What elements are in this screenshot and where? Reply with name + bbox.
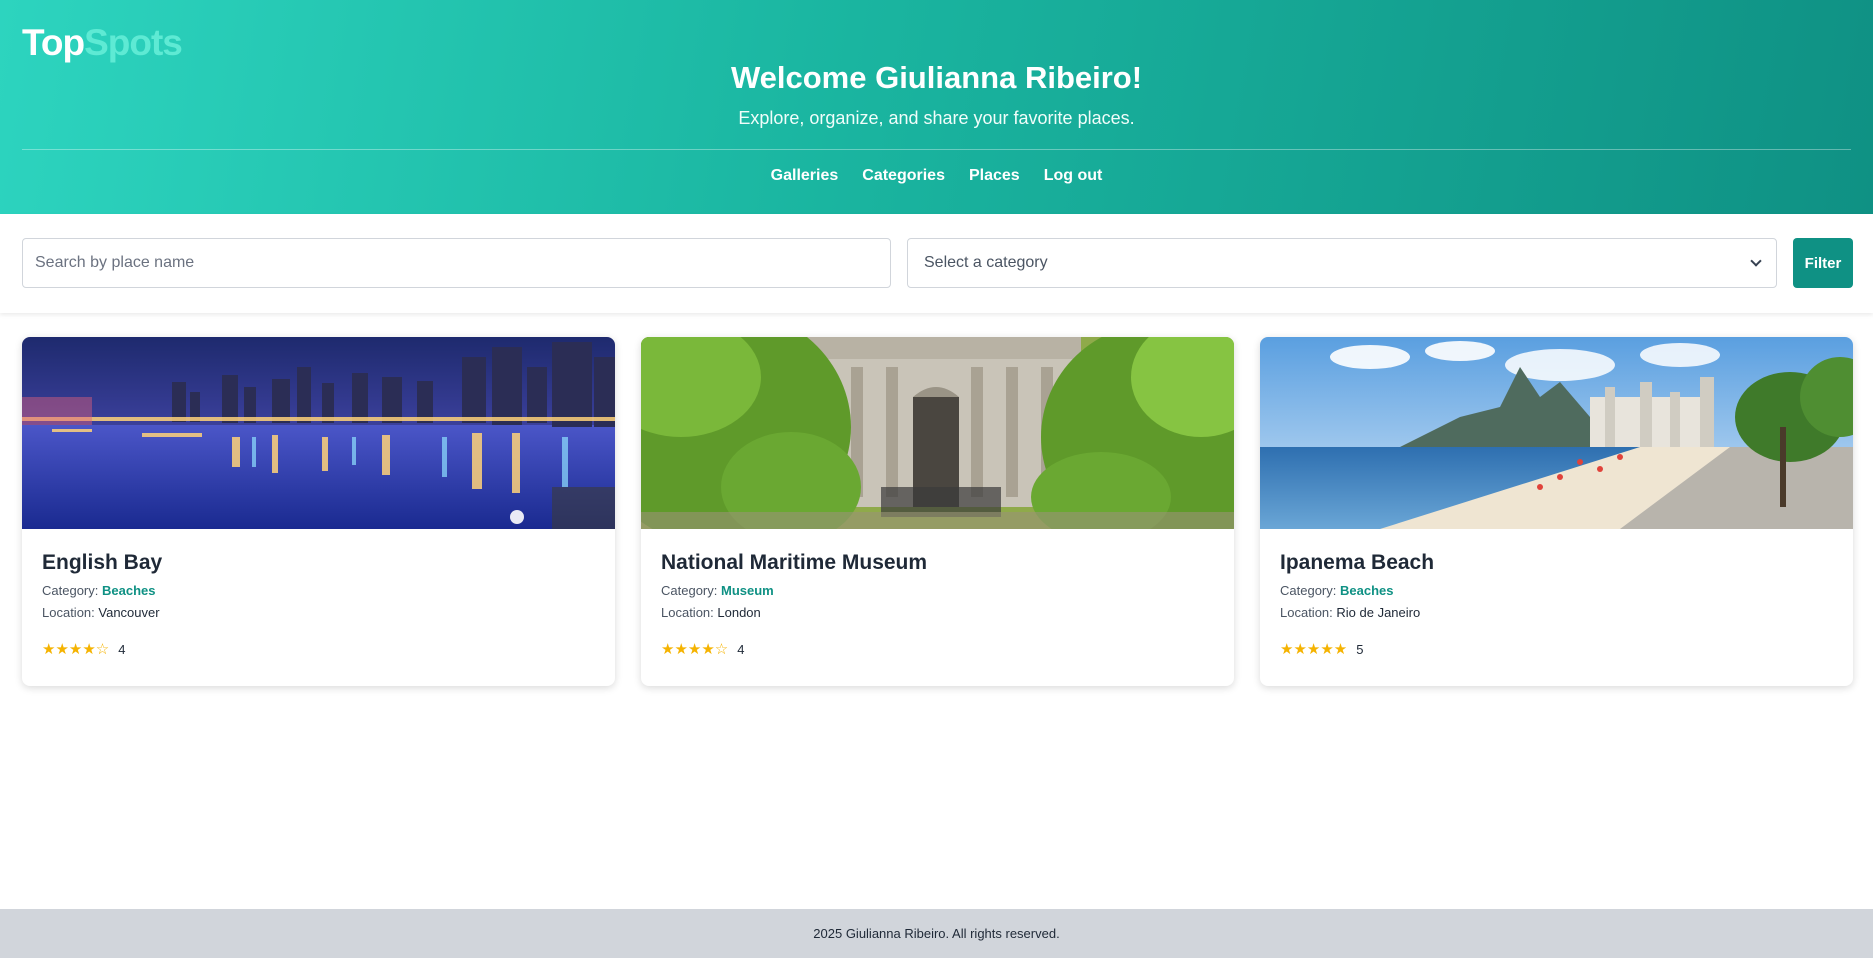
topspots-logo[interactable]: TopSpots — [22, 22, 183, 64]
place-rating: ★★★★☆ 4 — [42, 640, 595, 658]
footer-copyright: 2025 Giulianna Ribeiro. All rights reser… — [813, 926, 1060, 941]
category-link[interactable]: Museum — [721, 583, 774, 598]
location-label: Location: — [661, 605, 714, 620]
nav-logout-link[interactable]: Log out — [1044, 167, 1103, 185]
welcome-subtitle: Explore, organize, and share your favori… — [738, 108, 1135, 128]
category-label: Category: — [42, 583, 99, 598]
site-header: TopSpots Welcome Giulianna Ribeiro! Expl… — [0, 0, 1873, 214]
place-image-national-maritime-museum — [641, 337, 1234, 529]
place-rating: ★★★★★ 5 — [1280, 640, 1833, 658]
category-link[interactable]: Beaches — [102, 583, 155, 598]
place-category: Category: Beaches — [42, 583, 595, 598]
place-location: Location: Vancouver — [42, 605, 595, 620]
place-location: Location: London — [661, 605, 1214, 620]
place-card-national-maritime-museum[interactable]: National Maritime Museum Category: Museu… — [641, 337, 1234, 686]
place-card-english-bay[interactable]: English Bay Category: Beaches Location: … — [22, 337, 615, 686]
logo-part-spots: Spots — [84, 22, 183, 63]
nav-places-link[interactable]: Places — [969, 167, 1020, 185]
star-rating-icons: ★★★★☆ — [42, 641, 110, 658]
category-select[interactable]: Select a category — [907, 238, 1777, 288]
logo-part-top: Top — [22, 22, 85, 63]
filter-bar: Select a category Filter — [0, 214, 1873, 313]
category-link[interactable]: Beaches — [1340, 583, 1393, 598]
place-location: Location: Rio de Janeiro — [1280, 605, 1833, 620]
category-label: Category: — [1280, 583, 1337, 598]
place-rating: ★★★★☆ 4 — [661, 640, 1214, 658]
site-footer: 2025 Giulianna Ribeiro. All rights reser… — [0, 909, 1873, 958]
location-label: Location: — [42, 605, 95, 620]
nav-galleries-link[interactable]: Galleries — [771, 167, 839, 185]
place-title: English Bay — [42, 551, 163, 574]
rating-value: 4 — [737, 641, 745, 657]
main-nav: Galleries Categories Places Log out — [0, 167, 1873, 185]
place-image-ipanema-beach — [1260, 337, 1853, 529]
nav-categories-link[interactable]: Categories — [862, 167, 945, 185]
place-category: Category: Museum — [661, 583, 1214, 598]
header-divider — [22, 149, 1851, 150]
welcome-heading: Welcome Giulianna Ribeiro! — [730, 60, 1143, 95]
category-select-value: Select a category — [924, 254, 1048, 271]
star-rating-icons: ★★★★★ — [1280, 641, 1348, 658]
filter-button[interactable]: Filter — [1793, 238, 1853, 288]
location-value: Vancouver — [98, 605, 160, 620]
location-value: London — [717, 605, 761, 620]
location-label: Location: — [1280, 605, 1333, 620]
place-title: Ipanema Beach — [1280, 551, 1435, 574]
star-rating-icons: ★★★★☆ — [661, 641, 729, 658]
place-card-ipanema-beach[interactable]: Ipanema Beach Category: Beaches Location… — [1260, 337, 1853, 686]
rating-value: 4 — [118, 641, 126, 657]
chevron-down-icon — [1750, 255, 1762, 267]
place-title: National Maritime Museum — [661, 551, 928, 574]
search-input[interactable] — [22, 238, 891, 288]
rating-value: 5 — [1356, 641, 1364, 657]
place-category: Category: Beaches — [1280, 583, 1833, 598]
place-image-english-bay — [22, 337, 615, 529]
location-value: Rio de Janeiro — [1336, 605, 1421, 620]
category-label: Category: — [661, 583, 718, 598]
